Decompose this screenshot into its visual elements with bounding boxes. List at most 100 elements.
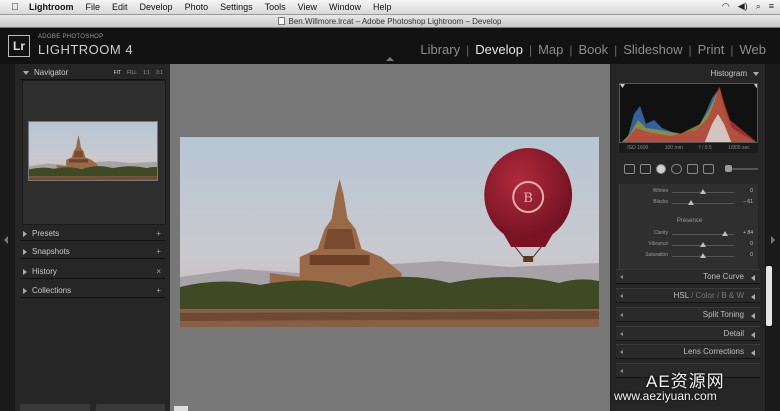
- expand-triangle-icon[interactable]: [751, 332, 755, 338]
- navigator-preview[interactable]: [22, 80, 166, 225]
- crop-icon[interactable]: [639, 164, 651, 174]
- add-preset-icon[interactable]: +: [156, 229, 161, 238]
- zoom-fit-option[interactable]: FIT: [114, 70, 122, 76]
- expand-triangle-icon[interactable]: [751, 313, 755, 319]
- slider-track[interactable]: [672, 203, 734, 204]
- module-develop[interactable]: Develop: [469, 42, 529, 57]
- solo-triangle-icon[interactable]: [620, 332, 623, 336]
- solo-triangle-icon[interactable]: [620, 350, 623, 354]
- slider-value[interactable]: 0: [750, 252, 753, 258]
- section-detail[interactable]: Detail: [616, 326, 760, 341]
- expand-triangle-icon[interactable]: [751, 350, 755, 356]
- apple-menu-icon[interactable]: : [9, 2, 21, 13]
- list-icon[interactable]: ≡: [769, 1, 774, 12]
- menu-help[interactable]: Help: [373, 2, 392, 12]
- add-collection-icon[interactable]: +: [156, 286, 161, 295]
- expand-triangle-icon[interactable]: [751, 275, 755, 281]
- histogram-header[interactable]: Histogram: [611, 67, 765, 81]
- clear-history-icon[interactable]: ×: [156, 267, 161, 276]
- section-split-toning[interactable]: Split Toning: [616, 307, 760, 322]
- expand-triangle-icon[interactable]: [23, 248, 27, 255]
- navigator-header[interactable]: Navigator FIT FILL 1:1 3:1: [20, 66, 165, 80]
- section-lens-corrections[interactable]: Lens Corrections: [616, 344, 760, 359]
- module-library[interactable]: Library: [414, 42, 466, 57]
- slider-whites[interactable]: Whites 0: [620, 188, 759, 196]
- spot-removal-icon[interactable]: [655, 164, 667, 174]
- slider-value[interactable]: 0: [750, 241, 753, 247]
- solo-triangle-icon[interactable]: [620, 294, 623, 298]
- graduated-filter-icon[interactable]: [687, 164, 698, 174]
- slider-vibrance[interactable]: Vibrance 0: [620, 241, 759, 249]
- main-photo[interactable]: B: [180, 137, 599, 327]
- right-panel-strip[interactable]: [765, 64, 780, 411]
- right-panel-toggle-icon[interactable]: [771, 236, 775, 244]
- left-panel-strip[interactable]: [0, 64, 15, 411]
- module-web[interactable]: Web: [734, 42, 773, 57]
- zoom-3-1-option[interactable]: 3:1: [156, 70, 163, 76]
- wifi-icon[interactable]: ◠: [722, 1, 730, 12]
- slider-value[interactable]: + 84: [743, 230, 753, 236]
- menu-photo[interactable]: Photo: [185, 2, 209, 12]
- expand-triangle-icon[interactable]: [23, 287, 27, 294]
- zoom-fill-option[interactable]: FILL: [127, 70, 137, 76]
- menu-window[interactable]: Window: [329, 2, 361, 12]
- histogram-chart[interactable]: [619, 83, 758, 143]
- slider-saturation[interactable]: Saturation 0: [620, 252, 759, 260]
- adjustment-brush-icon[interactable]: [702, 164, 714, 174]
- slider-blacks[interactable]: Blacks – 61: [620, 199, 759, 207]
- slider-value[interactable]: 0: [750, 188, 753, 194]
- module-slideshow[interactable]: Slideshow: [617, 42, 688, 57]
- section-label[interactable]: HSL: [674, 291, 689, 300]
- top-panel-toggle-icon[interactable]: [386, 57, 394, 61]
- copy-button[interactable]: [20, 404, 90, 411]
- color-tab[interactable]: Color: [696, 291, 715, 300]
- collapse-triangle-icon[interactable]: [753, 72, 759, 76]
- solo-triangle-icon[interactable]: [620, 369, 623, 373]
- bw-tab[interactable]: B & W: [721, 291, 744, 300]
- collapse-triangle-icon[interactable]: [23, 70, 29, 75]
- menu-app-name[interactable]: Lightroom: [29, 2, 74, 12]
- red-eye-icon[interactable]: [671, 164, 683, 174]
- panel-presets[interactable]: Presets +: [20, 227, 165, 241]
- slider-knob[interactable]: [722, 231, 729, 236]
- panel-snapshots[interactable]: Snapshots +: [20, 245, 165, 259]
- section-tone-curve[interactable]: Tone Curve: [616, 269, 760, 284]
- solo-triangle-icon[interactable]: [620, 313, 623, 317]
- right-panel-scrollbar[interactable]: [766, 266, 772, 326]
- expand-triangle-icon[interactable]: [23, 230, 27, 237]
- slider-knob[interactable]: [700, 242, 706, 247]
- spotlight-icon[interactable]: ⌕: [756, 1, 761, 12]
- slider-clarity[interactable]: Clarity + 84: [620, 230, 759, 238]
- paste-button[interactable]: [95, 404, 165, 411]
- menu-develop[interactable]: Develop: [140, 2, 173, 12]
- toolbar-view-icon[interactable]: [174, 406, 188, 411]
- module-book[interactable]: Book: [572, 42, 614, 57]
- panel-history[interactable]: History ×: [20, 265, 165, 279]
- module-print[interactable]: Print: [692, 42, 731, 57]
- section-hsl[interactable]: HSL / Color / B & W: [616, 288, 760, 303]
- window-title-bar[interactable]: Ben.Willmore.lrcat – Adobe Photoshop Lig…: [0, 15, 780, 28]
- slider-knob[interactable]: [700, 253, 706, 258]
- expand-triangle-icon[interactable]: [23, 268, 27, 275]
- expand-triangle-icon[interactable]: [751, 294, 755, 300]
- left-panel-toggle-icon[interactable]: [4, 236, 8, 244]
- menu-file[interactable]: File: [86, 2, 101, 12]
- slider-value[interactable]: – 61: [743, 199, 753, 205]
- image-canvas[interactable]: B: [170, 64, 610, 411]
- grid-overlay-icon[interactable]: [624, 164, 635, 174]
- menu-edit[interactable]: Edit: [112, 2, 128, 12]
- menu-tools[interactable]: Tools: [265, 2, 286, 12]
- volume-icon[interactable]: ◀): [738, 1, 748, 12]
- menu-view[interactable]: View: [298, 2, 317, 12]
- module-map[interactable]: Map: [532, 42, 569, 57]
- slider-knob[interactable]: [687, 200, 694, 205]
- navigator-thumbnail[interactable]: [28, 121, 158, 181]
- zoom-1-1-option[interactable]: 1:1: [143, 70, 150, 76]
- solo-triangle-icon[interactable]: [620, 275, 623, 279]
- slider-knob[interactable]: [700, 189, 706, 194]
- menu-settings[interactable]: Settings: [220, 2, 253, 12]
- add-snapshot-icon[interactable]: +: [156, 247, 161, 256]
- tool-size-slider[interactable]: [724, 165, 759, 172]
- panel-collections[interactable]: Collections +: [20, 284, 165, 298]
- menubar-status-icons: ◠ ◀) ⌕ ≡: [722, 1, 774, 12]
